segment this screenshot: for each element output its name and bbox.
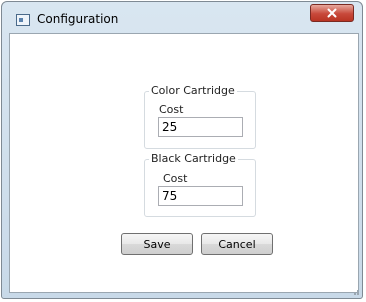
black-cartridge-group: Black Cartridge Cost [144,151,256,217]
color-cartridge-legend: Color Cartridge [149,83,237,99]
black-cost-input[interactable] [158,186,243,206]
resize-grip-icon[interactable] [350,286,360,296]
cancel-button[interactable]: Cancel [201,233,273,255]
title-bar[interactable]: Configuration [2,2,362,36]
black-cost-label: Cost [163,172,188,185]
color-cartridge-group: Color Cartridge Cost [144,83,256,149]
black-cartridge-legend: Black Cartridge [149,151,238,167]
app-window-icon[interactable] [16,14,30,26]
close-button[interactable] [310,4,354,22]
configuration-window: Configuration Color Cartridge Cost Black… [1,1,363,299]
window-title: Configuration [37,12,119,26]
color-cost-label: Cost [159,103,184,116]
save-button[interactable]: Save [121,233,193,255]
client-area: Color Cartridge Cost Black Cartridge Cos… [9,33,359,293]
color-cost-input[interactable] [158,117,243,137]
close-icon [327,8,337,18]
